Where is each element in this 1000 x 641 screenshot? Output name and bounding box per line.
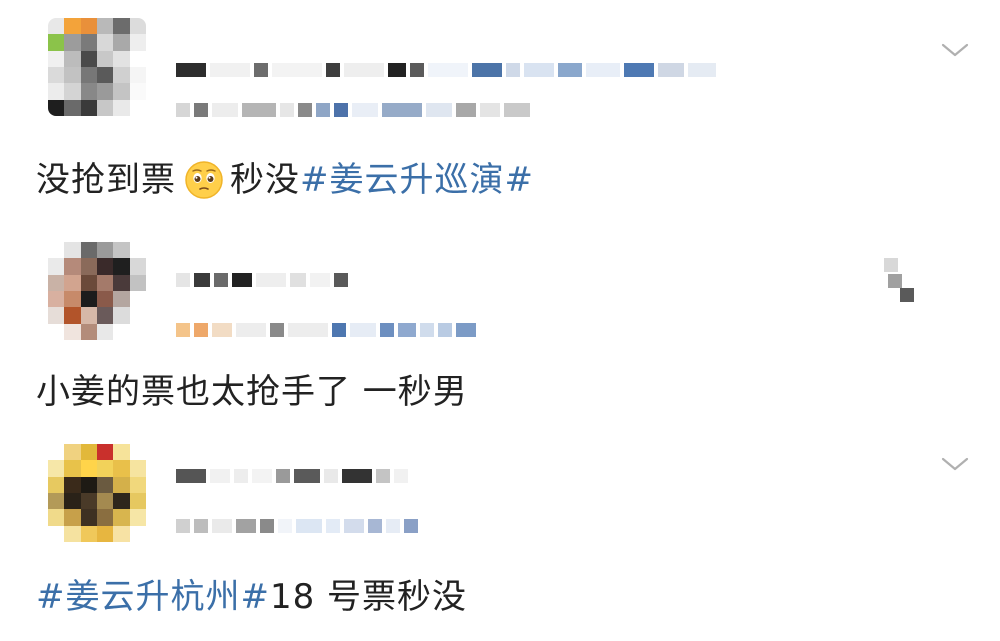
username-redacted[interactable]: [176, 60, 720, 80]
comment-item: #姜云升杭州# 18 号票秒没: [0, 430, 1000, 641]
chevron-down-icon[interactable]: [940, 454, 970, 474]
comment-text-part: 18 号票秒没: [269, 577, 468, 617]
more-options-redacted[interactable]: [884, 258, 918, 306]
hashtag-link[interactable]: #姜云升巡演#: [300, 158, 534, 202]
username-redacted[interactable]: [176, 466, 412, 486]
comment-item: 小姜的票也太抢手了 一秒男: [0, 230, 1000, 420]
meta-redacted: [176, 320, 480, 340]
comment-text-part: 小姜的票也太抢手了 一秒男: [36, 372, 468, 412]
meta-redacted: [176, 516, 422, 536]
pleading-face-emoji-icon: [184, 160, 224, 200]
hashtag-link[interactable]: #姜云升杭州#: [36, 575, 270, 619]
comment-text: 小姜的票也太抢手了 一秒男: [36, 370, 468, 414]
comment-text: #姜云升杭州# 18 号票秒没: [36, 575, 467, 619]
comment-item: 没抢到票 秒没 #姜云升巡演#: [0, 0, 1000, 215]
avatar[interactable]: [48, 444, 146, 542]
avatar[interactable]: [48, 18, 146, 116]
comment-text-part: 秒没: [230, 160, 300, 200]
avatar[interactable]: [48, 242, 146, 340]
meta-redacted: [176, 100, 534, 120]
username-redacted[interactable]: [176, 270, 352, 290]
comment-text: 没抢到票 秒没 #姜云升巡演#: [36, 158, 534, 202]
comment-text-part: 没抢到票: [36, 160, 176, 200]
chevron-down-icon[interactable]: [940, 40, 970, 60]
